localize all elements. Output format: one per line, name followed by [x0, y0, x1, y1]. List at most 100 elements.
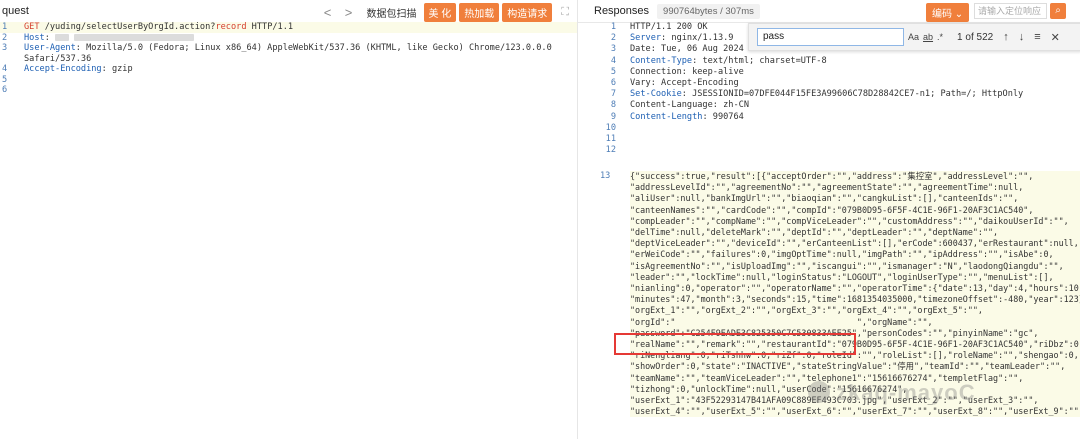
json-line: "showOrder":0,"state":"INACTIVE","stateS…	[630, 361, 1066, 372]
json-line: "aliUser":null,"bankImgUrl":"","biaoqian…	[630, 193, 1019, 204]
request-title: quest	[2, 5, 29, 17]
json-line: "canteenNames":"","cardCode":"","compId"…	[630, 204, 1034, 215]
request-panel: quest < > 数据包扫描 美 化 热加载 构造请求 ⛶ 1 GET /yu…	[0, 0, 578, 439]
header-value: : text/html; charset=UTF-8	[692, 55, 827, 66]
line-number: 6	[610, 78, 616, 89]
encoding-label: 编码	[932, 9, 952, 20]
request-line: 5	[0, 75, 577, 86]
http-method: GET	[24, 22, 40, 32]
request-line: 2 Host:	[0, 33, 577, 44]
json-line: "erWeiCode":"","failures":0,"imgOptTime"…	[630, 249, 1054, 260]
header-key: Server	[630, 33, 662, 44]
encoding-dropdown[interactable]: 编码 ⌄	[926, 3, 970, 22]
request-param: record	[215, 22, 247, 32]
line-number: 13	[600, 171, 611, 181]
beautify-button[interactable]: 美 化	[423, 3, 457, 22]
json-line: "orgExt_1":"","orgExt_2":"","orgExt_3":"…	[630, 305, 983, 316]
line-number: 8	[610, 100, 616, 111]
header-value: : 990764	[702, 111, 744, 122]
request-line: 4 Accept-Encoding: gzip	[0, 64, 577, 75]
header-text: Content-Language: zh-CN	[630, 100, 749, 111]
json-line: "minutes":47,"month":3,"seconds":15,"tim…	[630, 294, 1080, 305]
redacted-host	[74, 33, 195, 41]
line-number: 3	[2, 43, 8, 53]
find-in-selection-icon[interactable]: ≡	[1034, 31, 1040, 43]
response-stats: 990764bytes / 307ms	[657, 3, 760, 19]
find-match-count: 1 of 522	[957, 31, 994, 43]
header-value: : nginx/1.13.9	[661, 33, 734, 44]
line-number: 9	[610, 111, 616, 122]
line-number: 5	[610, 66, 616, 77]
response-title: Responses	[594, 5, 650, 17]
request-line: 6	[0, 85, 577, 96]
locate-input[interactable]: 请输入定位响应	[974, 3, 1047, 19]
header-value: Safari/537.36	[24, 53, 92, 64]
request-protocol: HTTP/1.1	[246, 22, 294, 32]
hot-reload-button[interactable]: 热加载	[459, 3, 500, 22]
header-value: : JSESSIONID=07DFE044F15FE3A99606C78D288…	[681, 89, 1024, 100]
line-number: 1	[2, 22, 8, 32]
redacted-host	[55, 33, 70, 41]
json-line: "leader":"","lockTime":null,"loginStatus…	[630, 271, 1054, 282]
match-case-toggle[interactable]: Aa	[908, 32, 919, 42]
json-line: "addressLevelId":"","agreementNo":"","ag…	[630, 182, 1024, 193]
header-value: : Mozilla/5.0 (Fedora; Linux x86_64) App…	[75, 43, 557, 53]
status-line: HTTP/1.1 200 OK	[630, 22, 708, 32]
line-number: 11	[605, 134, 616, 145]
line-number: 12	[605, 145, 616, 156]
line-number: 2	[2, 32, 8, 43]
line-number: 2	[610, 33, 616, 44]
request-path: /yuding/selectUserByOrgId.action?	[39, 22, 216, 32]
line-number: 6	[2, 85, 8, 95]
regex-toggle[interactable]: .*	[937, 32, 943, 42]
header-key: Set-Cookie	[630, 89, 682, 100]
json-line: "compLeader":"","compName":"","compViceL…	[630, 215, 1069, 226]
packet-scan-button[interactable]: 数据包扫描	[367, 5, 417, 20]
json-line: "isAgreementNo":"","isUploadImg":"","isc…	[630, 260, 1064, 271]
find-widget: pass Aa ab .* 1 of 522 ↑ ↓ ≡ ✕	[748, 23, 1080, 51]
response-panel: Responses 990764bytes / 307ms 编码 ⌄ 请输入定位…	[578, 0, 1080, 439]
line-number: 4	[610, 55, 616, 66]
next-match-icon[interactable]: ↓	[1019, 31, 1025, 43]
json-line: "orgId":" ","orgName":"",	[630, 316, 933, 327]
header-separator: :	[44, 32, 56, 43]
header-text: Connection: keep-alive	[630, 66, 744, 77]
line-number: 3	[610, 44, 616, 55]
header-text: Vary: Accept-Encoding	[630, 78, 739, 89]
request-toolbar: < > 数据包扫描 美 化 热加载 构造请求 ⛶	[319, 3, 569, 22]
header-key: Host	[24, 32, 45, 43]
search-icon[interactable]: ⌕	[1050, 3, 1066, 19]
line-number: 4	[2, 64, 8, 74]
json-line: "userExt_4":"","userExt_5":"","userExt_6…	[630, 406, 1079, 417]
json-line: "delTime":null,"deleteMark":"","deptId":…	[630, 227, 999, 238]
response-header: Responses 990764bytes / 307ms 编码 ⌄ 请输入定位…	[578, 0, 1080, 23]
line-number: 5	[2, 74, 8, 85]
watermark-logo	[808, 381, 830, 403]
next-arrow-icon[interactable]: >	[340, 5, 358, 20]
line-number: 7	[610, 89, 616, 100]
header-value: : gzip	[101, 64, 133, 74]
request-header: quest < > 数据包扫描 美 化 热加载 构造请求 ⛶	[0, 0, 577, 23]
header-key: User-Agent	[24, 43, 76, 53]
request-editor[interactable]: 1 GET /yuding/selectUserByOrgId.action?r…	[0, 22, 577, 96]
watermark-text: zkaq-mayoC	[836, 380, 976, 405]
header-key: Content-Length	[630, 111, 703, 122]
request-line-wrap: Safari/537.36	[0, 54, 577, 65]
find-input[interactable]: pass	[757, 28, 904, 46]
close-icon[interactable]: ✕	[1051, 31, 1060, 44]
request-line: 3 User-Agent: Mozilla/5.0 (Fedora; Linux…	[0, 43, 577, 54]
whole-word-toggle[interactable]: ab	[923, 32, 933, 42]
json-line: "nianling":0,"operator":"","operatorName…	[630, 283, 1080, 294]
previous-match-icon[interactable]: ↑	[1003, 31, 1009, 43]
header-key: Accept-Encoding	[24, 64, 102, 74]
json-line: {"success":true,"result":[{"acceptOrder"…	[630, 171, 1034, 181]
line-number: 10	[605, 122, 616, 133]
header-key: Content-Type	[630, 55, 693, 66]
prev-arrow-icon[interactable]: <	[319, 5, 337, 20]
line-number: 1	[610, 22, 616, 32]
request-line: 1 GET /yuding/selectUserByOrgId.action?r…	[0, 22, 577, 33]
json-line: "deptViceLeader":"","deviceId":"","erCan…	[630, 238, 1079, 249]
expand-icon[interactable]: ⛶	[561, 6, 569, 19]
build-request-button[interactable]: 构造请求	[502, 3, 553, 22]
password-highlight-box	[614, 333, 856, 355]
